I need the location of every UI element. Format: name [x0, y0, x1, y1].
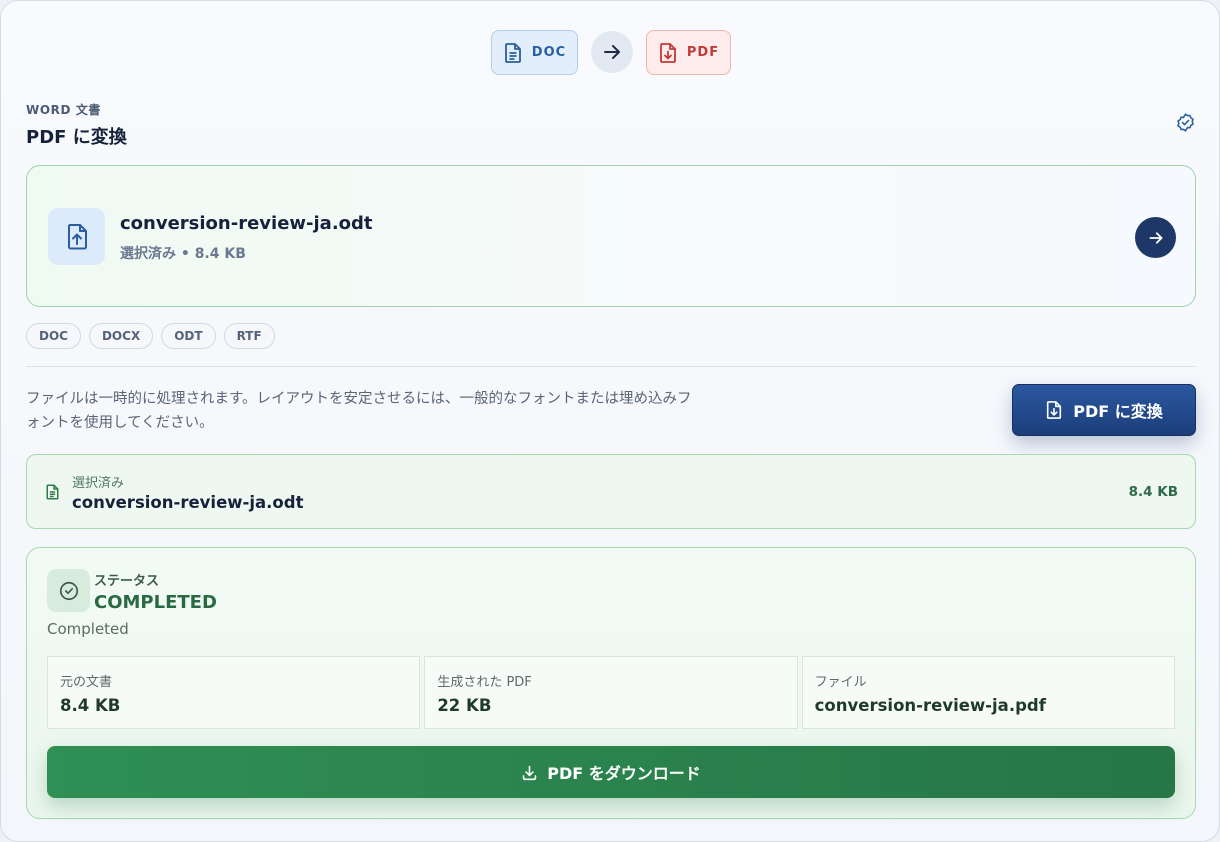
format-tag: DOC — [26, 323, 81, 349]
stat-label: 元の文書 — [60, 675, 113, 690]
accepted-types: DOC DOCX ODT RTF — [26, 323, 275, 349]
stat-original: 元の文書 8.4 KB — [47, 656, 421, 729]
selected-label: 選択済み — [72, 476, 125, 491]
divider — [26, 366, 1196, 367]
upload-file-icon — [67, 223, 87, 249]
file-download-icon — [1047, 401, 1062, 419]
stat-label: ファイル — [814, 675, 867, 690]
arrow-right-icon — [604, 45, 620, 59]
pdf-file-icon — [659, 42, 676, 63]
converter-card: DOC PDF WORD 文書 PDF に変換 conversion-revie… — [0, 0, 1220, 842]
selected-file-size: 8.4 KB — [1128, 484, 1178, 500]
format-tag: ODT — [161, 323, 216, 349]
stat-value: 8.4 KB — [60, 696, 121, 715]
stat-value: conversion-review-ja.pdf — [814, 696, 1046, 715]
document-icon — [504, 42, 521, 63]
status-label: ステータス — [94, 574, 160, 589]
file-meta: 選択済み • 8.4 KB — [120, 246, 246, 262]
selected-file-name: conversion-review-ja.odt — [72, 493, 304, 512]
arrow-right-icon — [1149, 231, 1162, 244]
stat-output-file: ファイル conversion-review-ja.pdf — [801, 656, 1175, 729]
download-icon — [522, 765, 537, 780]
processing-notice: ファイルは一時的に処理されます。レイアウトを安定させるには、一般的なフォントまた… — [26, 391, 692, 431]
status-value: COMPLETED — [94, 592, 217, 613]
conversion-stats: 元の文書 8.4 KB 生成された PDF 22 KB ファイル convers… — [47, 656, 1175, 729]
stat-value: 22 KB — [437, 696, 492, 715]
file-dropzone[interactable]: conversion-review-ja.odt 選択済み • 8.4 KB — [26, 165, 1196, 307]
proceed-button[interactable] — [1135, 217, 1176, 258]
target-format-label: PDF — [686, 45, 720, 60]
stat-generated-pdf: 生成された PDF 22 KB — [424, 656, 798, 729]
convert-to-pdf-button[interactable]: PDF に変換 — [1012, 384, 1196, 436]
format-tag: RTF — [223, 323, 275, 349]
download-pdf-button[interactable]: PDF をダウンロード — [47, 746, 1175, 798]
check-circle-icon — [59, 581, 78, 600]
section-eyebrow: WORD 文書 — [26, 103, 102, 117]
download-button-label: PDF をダウンロード — [547, 764, 701, 783]
source-format-label: DOC — [531, 45, 567, 60]
target-format-badge: PDF — [646, 30, 731, 75]
selected-file-panel: 選択済み conversion-review-ja.odt 8.4 KB — [26, 454, 1196, 529]
convert-button-label: PDF に変換 — [1073, 402, 1163, 421]
status-panel: ステータス COMPLETED Completed 元の文書 8.4 KB 生成… — [26, 547, 1196, 819]
upload-file-icon-box — [48, 208, 105, 265]
verified-badge-icon — [1177, 113, 1194, 132]
status-description: Completed — [47, 620, 129, 638]
convert-direction — [591, 31, 633, 73]
source-format-badge: DOC — [491, 30, 578, 75]
format-tag: DOCX — [88, 323, 154, 349]
document-icon — [46, 484, 59, 500]
file-name: conversion-review-ja.odt — [120, 213, 373, 234]
status-icon-box — [47, 569, 90, 612]
page-title: PDF に変換 — [26, 127, 127, 148]
stat-label: 生成された PDF — [437, 675, 532, 690]
